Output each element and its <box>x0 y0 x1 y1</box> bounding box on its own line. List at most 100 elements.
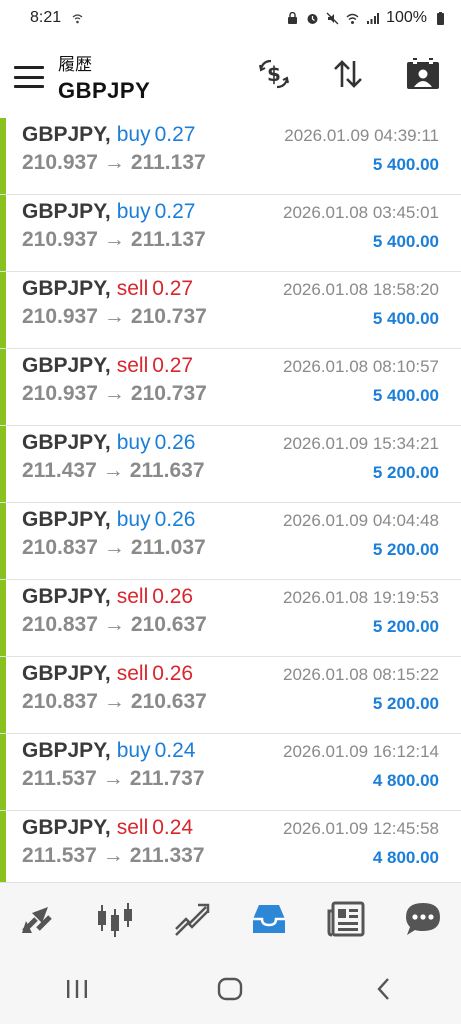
status-right: 100% <box>286 9 447 27</box>
trade-header: GBPJPY, buy 0.26 <box>22 508 195 532</box>
history-row[interactable]: GBPJPY, buy 0.26 210.837 → 211.037 2026.01.09 … <box>0 503 461 580</box>
app-bar: 履歴 GBPJPY $ <box>0 36 461 118</box>
close-price: 210.637 <box>130 613 207 636</box>
close-price: 210.637 <box>130 690 207 713</box>
trade-time: 2026.01.09 04:39:11 <box>284 126 439 145</box>
sort-button[interactable] <box>328 54 368 94</box>
wifi-calling-icon <box>71 12 84 25</box>
symbol-label: GBPJPY, <box>22 431 111 454</box>
nav-history[interactable] <box>247 897 291 941</box>
symbol-label: GBPJPY, <box>22 739 111 762</box>
battery-icon <box>434 11 447 25</box>
history-row[interactable]: GBPJPY, buy 0.27 210.937 → 211.137 2026.01.09 … <box>0 118 461 195</box>
symbol-label: GBPJPY, <box>22 277 111 300</box>
symbol-label: GBPJPY, <box>22 200 111 223</box>
price-range: 211.537 → 211.337 <box>22 844 205 868</box>
price-range: 210.937 → 210.737 <box>22 305 207 329</box>
arrow-icon: → <box>102 767 124 790</box>
side-label: buy <box>116 200 151 223</box>
svg-text:$: $ <box>267 62 281 86</box>
status-bar: 8:21 100% <box>0 0 461 36</box>
menu-button[interactable] <box>14 62 44 92</box>
trade-profit: 5 200.00 <box>372 694 439 713</box>
open-price: 210.937 <box>22 382 98 405</box>
calendar-button[interactable] <box>403 54 443 94</box>
volume-label: 0.27 <box>152 277 194 300</box>
bottom-nav <box>0 882 461 955</box>
side-label: buy <box>116 508 151 531</box>
currency-exchange-button[interactable]: $ <box>254 54 294 94</box>
side-label: sell <box>116 662 149 685</box>
arrow-icon: → <box>103 613 125 636</box>
wifi-icon <box>346 12 359 25</box>
symbol-label: GBPJPY, <box>22 508 111 531</box>
trade-time: 2026.01.08 08:10:57 <box>283 357 439 376</box>
trade-time: 2026.01.09 15:34:21 <box>283 434 439 453</box>
battery-percent: 100% <box>386 9 427 26</box>
back-button[interactable] <box>354 969 414 1009</box>
side-label: sell <box>116 277 149 300</box>
nav-trade[interactable] <box>170 897 214 941</box>
volume-label: 0.27 <box>152 354 194 377</box>
arrow-icon: → <box>102 459 124 482</box>
close-price: 210.737 <box>130 305 207 328</box>
history-row[interactable]: GBPJPY, sell 0.26 210.837 → 210.637 2026.01.08… <box>0 580 461 657</box>
side-label: sell <box>116 354 149 377</box>
price-range: 210.937 → 210.737 <box>22 382 207 406</box>
history-row[interactable]: GBPJPY, buy 0.26 211.437 → 211.637 2026.01.09 … <box>0 426 461 503</box>
open-price: 210.837 <box>22 690 98 713</box>
trade-time: 2026.01.08 03:45:01 <box>283 203 439 222</box>
history-list[interactable]: GBPJPY, buy 0.27 210.937 → 211.137 2026.01.09 … <box>0 118 461 882</box>
open-price: 211.537 <box>22 767 97 790</box>
open-price: 211.537 <box>22 844 97 867</box>
nav-chat[interactable] <box>401 897 445 941</box>
symbol-label: GBPJPY, <box>22 585 111 608</box>
trade-profit: 5 400.00 <box>372 309 439 328</box>
symbol-label: GBPJPY, <box>22 354 111 377</box>
arrow-icon: → <box>103 690 125 713</box>
trade-profit: 4 800.00 <box>372 848 439 867</box>
close-price: 211.037 <box>130 536 206 559</box>
price-range: 210.937 → 211.137 <box>22 228 206 252</box>
menu-line <box>14 85 44 88</box>
trade-time: 2026.01.09 12:45:58 <box>283 819 439 838</box>
trade-time: 2026.01.09 16:12:14 <box>283 742 439 761</box>
history-row[interactable]: GBPJPY, sell 0.26 210.837 → 210.637 2026.01.08… <box>0 657 461 734</box>
history-row[interactable]: GBPJPY, sell 0.24 211.537 → 211.337 2026.01.09… <box>0 811 461 882</box>
currency-exchange-icon: $ <box>259 59 289 89</box>
history-row[interactable]: GBPJPY, buy 0.27 210.937 → 211.137 2026.01.08 … <box>0 195 461 272</box>
price-range: 210.937 → 211.137 <box>22 151 206 175</box>
trade-time: 2026.01.09 04:04:48 <box>283 511 439 530</box>
side-label: buy <box>116 123 151 146</box>
menu-line <box>14 66 44 69</box>
trade-header: GBPJPY, sell 0.26 <box>22 585 193 609</box>
home-button[interactable] <box>200 969 260 1009</box>
history-row[interactable]: GBPJPY, buy 0.24 211.537 → 211.737 2026.01.09 … <box>0 734 461 811</box>
close-price: 211.137 <box>130 151 206 174</box>
arrow-icon: → <box>102 844 124 867</box>
nav-chart[interactable] <box>93 897 137 941</box>
volume-label: 0.26 <box>154 508 196 531</box>
chat-icon <box>405 903 440 935</box>
recents-icon <box>66 980 87 998</box>
history-row[interactable]: GBPJPY, sell 0.27 210.937 → 210.737 2026.01.08… <box>0 272 461 349</box>
volume-label: 0.26 <box>154 431 196 454</box>
close-price: 211.637 <box>129 459 205 482</box>
volume-label: 0.27 <box>154 200 196 223</box>
trade-profit: 5 200.00 <box>372 617 439 636</box>
trade-time: 2026.01.08 08:15:22 <box>283 665 439 684</box>
price-range: 210.837 → 211.037 <box>22 536 206 560</box>
nav-quotes[interactable] <box>16 897 60 941</box>
volume-label: 0.26 <box>152 662 194 685</box>
trade-header: GBPJPY, buy 0.27 <box>22 123 195 147</box>
nav-news[interactable] <box>324 897 368 941</box>
close-price: 211.337 <box>129 844 205 867</box>
home-icon <box>218 977 243 1001</box>
status-left: 8:21 <box>30 9 84 27</box>
trade-profit: 5 200.00 <box>372 463 439 482</box>
history-row[interactable]: GBPJPY, sell 0.27 210.937 → 210.737 2026.01.08… <box>0 349 461 426</box>
trade-profit: 4 800.00 <box>372 771 439 790</box>
recents-button[interactable] <box>47 969 107 1009</box>
trade-header: GBPJPY, buy 0.27 <box>22 200 195 224</box>
price-range: 211.537 → 211.737 <box>22 767 205 791</box>
